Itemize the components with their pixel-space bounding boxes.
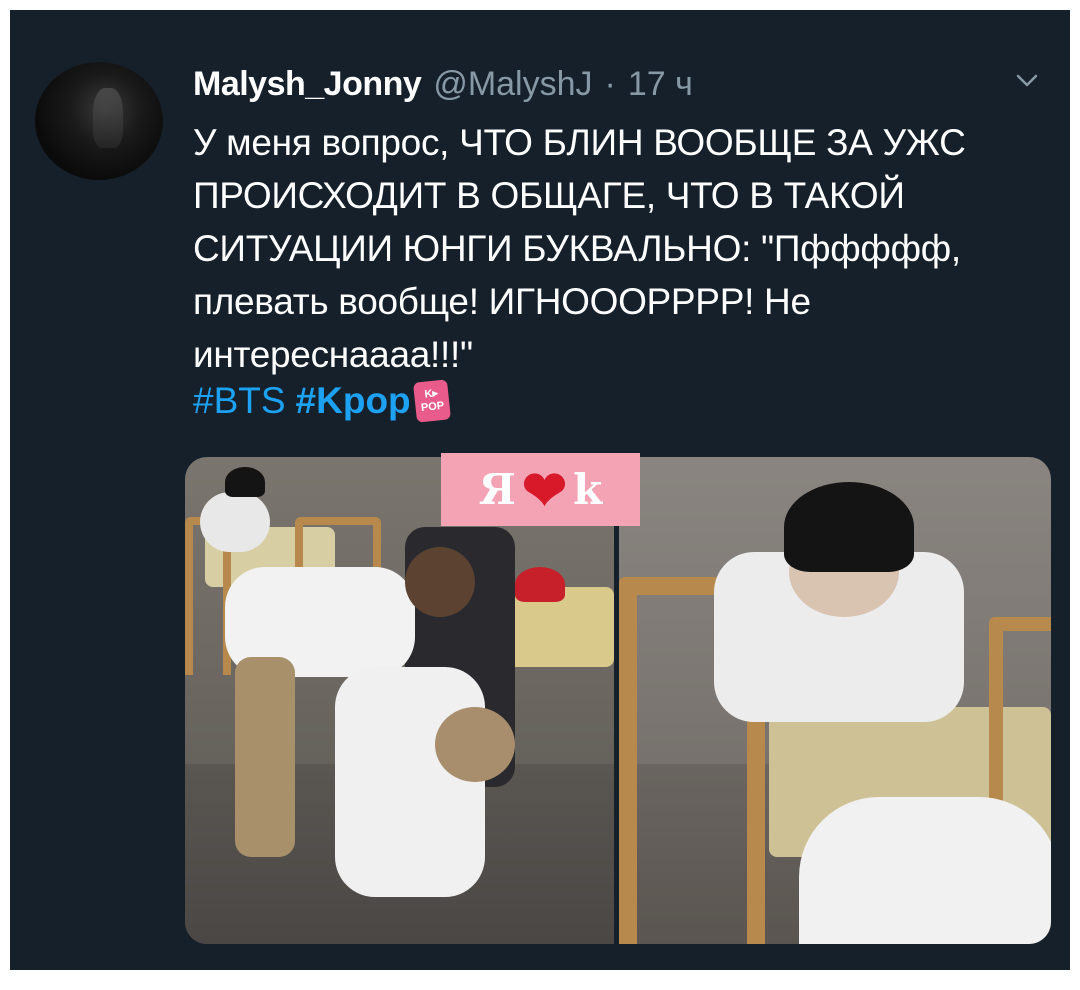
red-cap — [515, 567, 565, 602]
hashtags: #BTS #Kpop K▸ POP — [193, 379, 451, 423]
media-photo-left[interactable] — [185, 457, 614, 944]
tweet-card[interactable]: Malysh_Jonny @MalyshJ · 17 ч У меня вопр… — [10, 10, 1070, 970]
watermark-left: Я — [478, 465, 516, 514]
tweet-media[interactable] — [185, 457, 1051, 944]
hashtag-bts[interactable]: #BTS — [193, 380, 286, 422]
watermark: Я ❤ k — [441, 453, 640, 526]
seated-person — [200, 492, 270, 552]
avatar[interactable] — [35, 62, 163, 180]
bucket-hat — [784, 482, 914, 572]
kpop-icon-line-2: POP — [420, 399, 445, 415]
foreground-shoulder — [799, 797, 1051, 944]
chevron-down-icon[interactable] — [1012, 66, 1042, 96]
display-name[interactable]: Malysh_Jonny — [193, 65, 422, 104]
hashtag-kpop[interactable]: #Kpop — [296, 380, 411, 422]
avatar-figure — [93, 88, 123, 148]
bucket-hat — [225, 467, 265, 497]
head-blonde — [435, 707, 515, 782]
legs — [235, 657, 295, 857]
crawling-person — [335, 667, 485, 897]
separator-dot: · — [604, 64, 616, 103]
tweet-text: У меня вопрос, ЧТО БЛИН ВООБЩЕ ЗА УЖС ПР… — [193, 122, 966, 375]
heart-icon: ❤ — [521, 457, 568, 522]
tweet-header: Malysh_Jonny @MalyshJ · 17 ч — [193, 62, 1040, 106]
kpop-icon: K▸ POP — [412, 379, 451, 423]
media-photo-right[interactable] — [619, 457, 1051, 944]
user-handle[interactable]: @MalyshJ — [433, 65, 592, 104]
tweet-time[interactable]: 17 ч — [628, 65, 693, 104]
watermark-right: k — [573, 465, 603, 514]
head-brown — [405, 547, 475, 617]
